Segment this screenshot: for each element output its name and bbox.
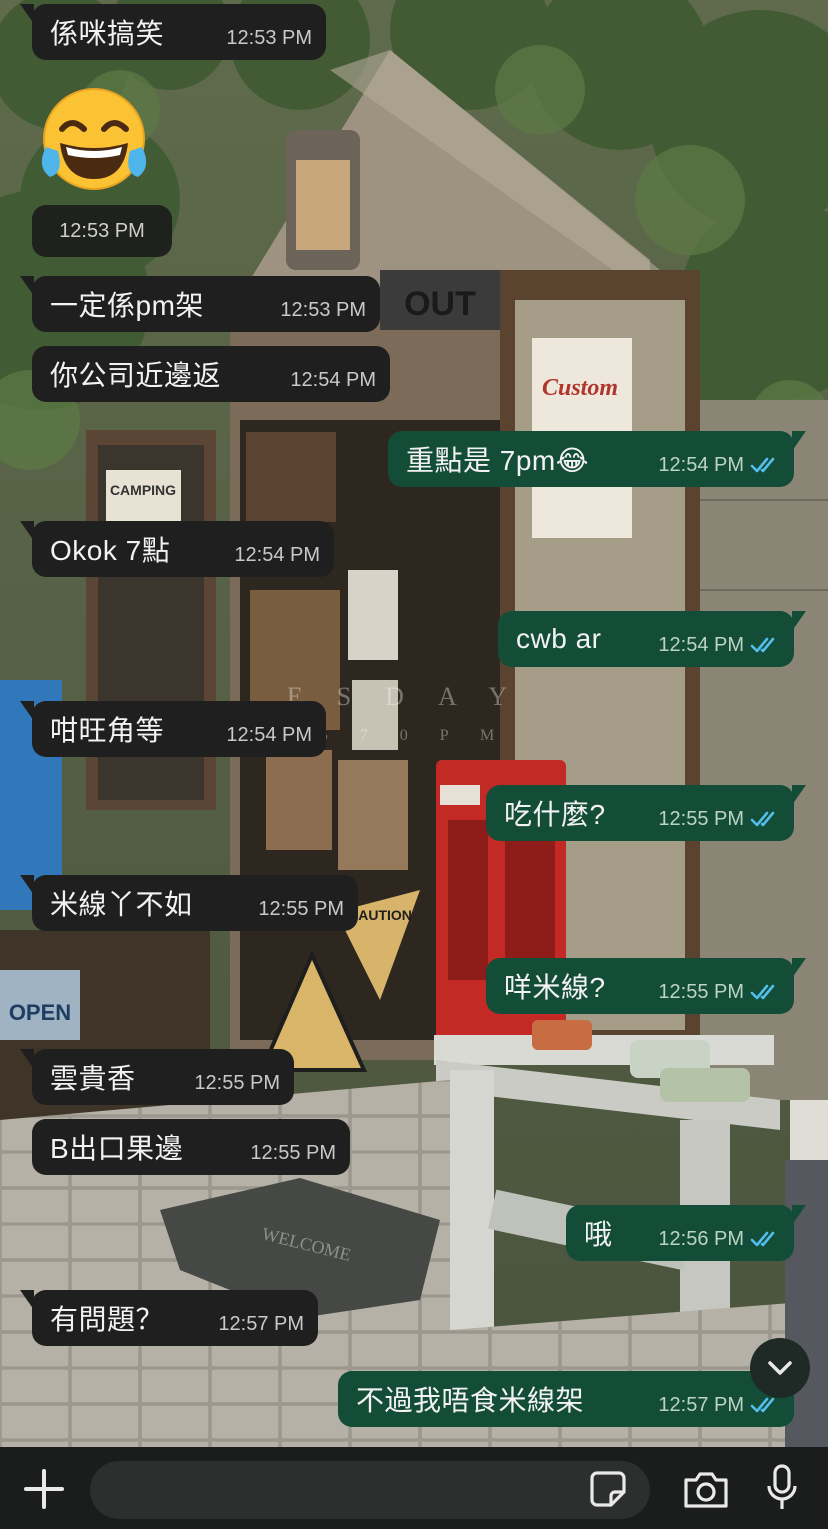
- outgoing-message-bubble[interactable]: 不過我唔食米線架 12:57 PM: [338, 1371, 806, 1427]
- svg-text:5 7 0 P M: 5 7 0 P M: [320, 727, 509, 744]
- svg-text:OUT: OUT: [404, 285, 476, 323]
- message-text: 一定係pm架: [50, 290, 204, 321]
- message-time: 12:56 PM: [658, 1227, 744, 1250]
- scroll-to-bottom-button[interactable]: [750, 1338, 810, 1398]
- emoji-message-time: 12:53 PM: [32, 205, 172, 257]
- message-time: 12:54 PM: [234, 543, 320, 566]
- message-text: 咁旺角等: [50, 715, 165, 746]
- incoming-message-bubble[interactable]: 你公司近邊返 12:54 PM: [32, 346, 390, 402]
- svg-text:CAMPING: CAMPING: [110, 482, 176, 498]
- incoming-message-bubble[interactable]: 係咪搞笑 12:53 PM: [20, 4, 326, 60]
- message-time: 12:55 PM: [250, 1141, 336, 1164]
- message-text: 咩米線?: [504, 972, 606, 1003]
- read-receipt-icon: [750, 1231, 775, 1247]
- message-text: 雲貴香: [50, 1063, 136, 1094]
- message-time: 12:54 PM: [658, 453, 744, 476]
- read-receipt-icon: [750, 1397, 775, 1413]
- message-time: 12:57 PM: [658, 1393, 744, 1416]
- message-time: 12:55 PM: [658, 807, 744, 830]
- message-text: 係咪搞笑: [50, 18, 165, 49]
- read-receipt-icon: [750, 457, 775, 473]
- chevron-down-icon: [768, 1361, 792, 1375]
- message-time: 12:55 PM: [658, 980, 744, 1003]
- incoming-message-bubble[interactable]: 咁旺角等 12:54 PM: [20, 701, 326, 757]
- microphone-icon: [767, 1464, 797, 1509]
- incoming-message-bubble[interactable]: 有問題？ 12:57 PM: [20, 1290, 318, 1346]
- attach-button[interactable]: [20, 1465, 68, 1513]
- message-text: Okok 7點: [50, 535, 171, 566]
- incoming-message-bubble[interactable]: 一定係pm架 12:53 PM: [20, 276, 380, 332]
- outgoing-message-bubble[interactable]: 哦 12:56 PM: [566, 1205, 806, 1261]
- message-text: 米線丫不如: [50, 889, 193, 920]
- message-time: 12:54 PM: [290, 368, 376, 391]
- tears-of-joy-emoji-icon: [41, 88, 147, 190]
- outgoing-message-bubble[interactable]: 咩米線? 12:55 PM: [486, 958, 806, 1014]
- message-time: 12:54 PM: [658, 633, 744, 656]
- message-time: 12:57 PM: [218, 1312, 304, 1335]
- message-time: 12:54 PM: [226, 723, 312, 746]
- message-text: 不過我唔食米線架: [356, 1385, 585, 1416]
- message-time: 12:55 PM: [258, 897, 344, 920]
- message-text: cwb ar: [516, 623, 602, 654]
- outgoing-message-bubble[interactable]: 吃什麼? 12:55 PM: [486, 785, 806, 841]
- message-input[interactable]: [90, 1461, 650, 1519]
- incoming-message-bubble[interactable]: B出口果邊 12:55 PM: [32, 1119, 350, 1175]
- svg-text:Custom: Custom: [542, 375, 618, 401]
- camera-icon: [684, 1472, 728, 1508]
- read-receipt-icon: [750, 637, 775, 653]
- read-receipt-icon: [750, 984, 775, 1000]
- emoji-message[interactable]: [36, 85, 152, 197]
- sticker-button[interactable]: [588, 1469, 628, 1509]
- message-text: 哦: [584, 1219, 613, 1250]
- read-receipt-icon: [750, 811, 775, 827]
- svg-text:OPEN: OPEN: [9, 1000, 71, 1025]
- outgoing-message-bubble[interactable]: 重點是 7pm😂 12:54 PM: [388, 431, 806, 487]
- message-time: 12:55 PM: [194, 1071, 280, 1094]
- incoming-message-bubble[interactable]: 雲貴香 12:55 PM: [20, 1049, 294, 1105]
- plus-icon: [24, 1469, 64, 1509]
- message-text: B出口果邊: [50, 1133, 184, 1164]
- message-text: 有問題？: [50, 1304, 165, 1335]
- message-time: 12:53 PM: [280, 298, 366, 321]
- message-input-bar: [0, 1447, 828, 1529]
- incoming-message-bubble[interactable]: Okok 7點 12:54 PM: [20, 521, 334, 577]
- microphone-button[interactable]: [762, 1463, 802, 1513]
- message-text: 你公司近邊返: [50, 360, 222, 391]
- message-text: 重點是 7pm😂: [406, 445, 589, 476]
- message-time: 12:53 PM: [226, 26, 312, 49]
- camera-button[interactable]: [682, 1469, 730, 1511]
- message-text: 吃什麼?: [504, 799, 606, 830]
- svg-text:ESDAY: ESDAY: [287, 682, 541, 711]
- sticker-icon: [590, 1471, 626, 1507]
- outgoing-message-bubble[interactable]: cwb ar 12:54 PM: [498, 611, 806, 667]
- incoming-message-bubble[interactable]: 米線丫不如 12:55 PM: [20, 875, 358, 931]
